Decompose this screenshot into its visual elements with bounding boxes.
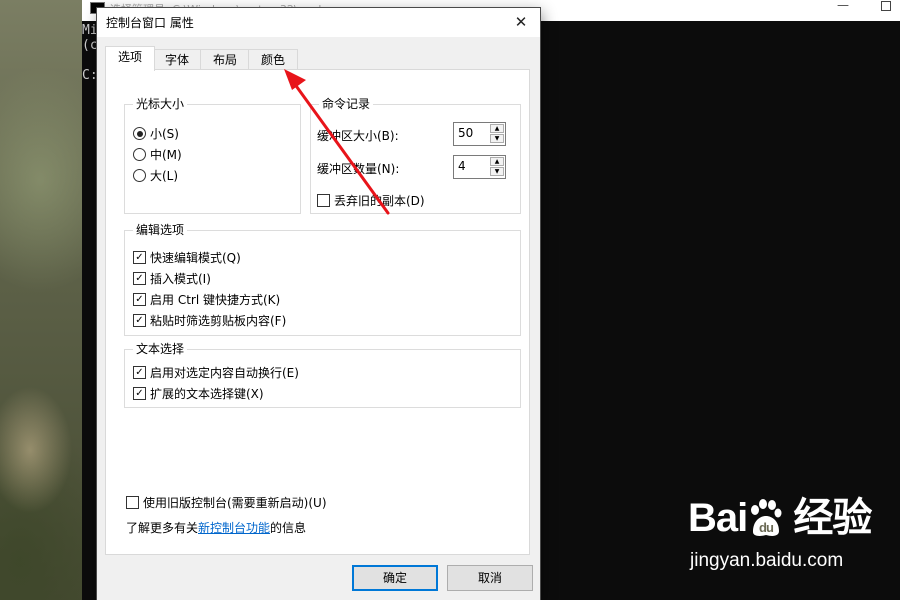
minimize-icon[interactable]: —	[834, 0, 852, 14]
buffer-count-spinner[interactable]: 4 ▲ ▼	[453, 155, 506, 179]
group-title: 文本选择	[133, 342, 188, 356]
tab-colors[interactable]: 颜色	[248, 49, 298, 70]
buffer-size-spinner[interactable]: 50 ▲ ▼	[453, 122, 506, 146]
watermark-url: jingyan.baidu.com	[690, 550, 844, 571]
radio-cursor-large[interactable]: 大(L)	[133, 167, 178, 184]
cancel-button[interactable]: 取消	[447, 565, 533, 591]
checkbox-label: 扩展的文本选择键(X)	[150, 387, 264, 401]
dialog-titlebar[interactable]: 控制台窗口 属性 ✕	[97, 8, 540, 37]
options-panel: 光标大小 小(S) 中(M) 大(L) 命令记录 缓冲区大小(B): 50 ▲	[105, 69, 530, 555]
radio-cursor-small[interactable]: 小(S)	[133, 125, 179, 142]
checkbox-label: 快速编辑模式(Q)	[150, 251, 241, 265]
text-selection-group: 文本选择 ✓ 启用对选定内容自动换行(E) ✓ 扩展的文本选择键(X)	[124, 342, 521, 408]
checkbox-line-wrap-selection[interactable]: ✓ 启用对选定内容自动换行(E)	[133, 364, 299, 381]
checkbox-extended-selection-keys[interactable]: ✓ 扩展的文本选择键(X)	[133, 385, 264, 402]
checkbox-filter-clipboard[interactable]: ✓ 粘贴时筛选剪贴板内容(F)	[133, 312, 286, 329]
radio-button[interactable]	[133, 148, 146, 161]
learn-more-suffix: 的信息	[270, 521, 307, 535]
ok-button[interactable]: 确定	[352, 565, 438, 591]
discard-duplicates-checkbox[interactable]: 丢弃旧的副本(D)	[317, 192, 425, 209]
spin-up-icon[interactable]: ▲	[490, 124, 504, 133]
tab-font[interactable]: 字体	[152, 49, 202, 70]
spin-down-icon[interactable]: ▼	[490, 167, 504, 176]
checkbox-label: 插入模式(I)	[150, 272, 211, 286]
new-console-features-link[interactable]: 新控制台功能	[198, 519, 270, 536]
group-title: 命令记录	[319, 97, 374, 111]
cmd-line: (c	[82, 38, 98, 53]
checkbox[interactable]	[126, 496, 139, 509]
group-title: 光标大小	[133, 97, 188, 111]
radio-label: 小(S)	[150, 127, 179, 141]
tab-layout[interactable]: 布局	[200, 49, 250, 70]
checkbox-label: 使用旧版控制台(需要重新启动)(U)	[143, 496, 327, 510]
checkbox-checked-icon[interactable]: ✓	[133, 272, 146, 285]
checkbox-checked-icon[interactable]: ✓	[133, 387, 146, 400]
checkbox-label: 启用 Ctrl 键快捷方式(K)	[150, 293, 281, 307]
radio-label: 中(M)	[150, 148, 182, 162]
radio-cursor-medium[interactable]: 中(M)	[133, 146, 182, 163]
command-history-group: 命令记录 缓冲区大小(B): 50 ▲ ▼ 缓冲区数量(N): 4 ▲ ▼ 丢弃…	[310, 97, 521, 214]
svg-text:du: du	[759, 520, 774, 535]
buffer-count-value[interactable]: 4	[458, 159, 466, 173]
radio-label: 大(L)	[150, 169, 179, 183]
close-icon[interactable]: ✕	[508, 12, 534, 32]
cmd-line: Mi	[82, 23, 98, 38]
buffer-count-label: 缓冲区数量(N):	[317, 162, 400, 176]
baidu-paw-icon: du	[751, 499, 782, 536]
radio-button[interactable]	[133, 169, 146, 182]
checkbox-ctrl-shortcuts[interactable]: ✓ 启用 Ctrl 键快捷方式(K)	[133, 291, 280, 308]
checkbox-checked-icon[interactable]: ✓	[133, 293, 146, 306]
dialog-title: 控制台窗口 属性	[106, 16, 194, 30]
baidu-jingyan-watermark: Bai du 经验 jingyan.baidu.com	[688, 496, 872, 572]
radio-button[interactable]	[133, 127, 146, 140]
spin-up-icon[interactable]: ▲	[490, 157, 504, 166]
buffer-size-value[interactable]: 50	[458, 126, 473, 140]
checkbox-quick-edit[interactable]: ✓ 快速编辑模式(Q)	[133, 249, 241, 266]
checkbox-label: 丢弃旧的副本(D)	[334, 194, 425, 208]
maximize-icon[interactable]	[879, 0, 893, 12]
properties-dialog: 控制台窗口 属性 ✕ 选项 字体 布局 颜色 光标大小 小(S) 中(M) 大(…	[97, 8, 540, 600]
checkbox-checked-icon[interactable]: ✓	[133, 314, 146, 327]
spin-down-icon[interactable]: ▼	[490, 134, 504, 143]
baidu-logo: Bai du 经验	[688, 496, 872, 540]
cursor-size-group: 光标大小 小(S) 中(M) 大(L)	[124, 97, 301, 214]
learn-more-prefix: 了解更多有关	[126, 521, 199, 535]
tab-options[interactable]: 选项	[105, 46, 155, 71]
checkbox-label: 粘贴时筛选剪贴板内容(F)	[150, 314, 287, 328]
checkbox-checked-icon[interactable]: ✓	[133, 366, 146, 379]
learn-more-text: 了解更多有关 新控制台功能 的信息	[126, 519, 306, 536]
buffer-size-label: 缓冲区大小(B):	[317, 129, 399, 143]
checkbox-legacy-console[interactable]: 使用旧版控制台(需要重新启动)(U)	[126, 494, 327, 511]
checkbox-insert-mode[interactable]: ✓ 插入模式(I)	[133, 270, 211, 287]
group-title: 编辑选项	[133, 223, 188, 237]
checkbox-checked-icon[interactable]: ✓	[133, 251, 146, 264]
cmd-line: C:	[82, 68, 98, 83]
checkbox-label: 启用对选定内容自动换行(E)	[150, 366, 299, 380]
checkbox[interactable]	[317, 194, 330, 207]
edit-options-group: 编辑选项 ✓ 快速编辑模式(Q) ✓ 插入模式(I) ✓ 启用 Ctrl 键快捷…	[124, 223, 521, 336]
